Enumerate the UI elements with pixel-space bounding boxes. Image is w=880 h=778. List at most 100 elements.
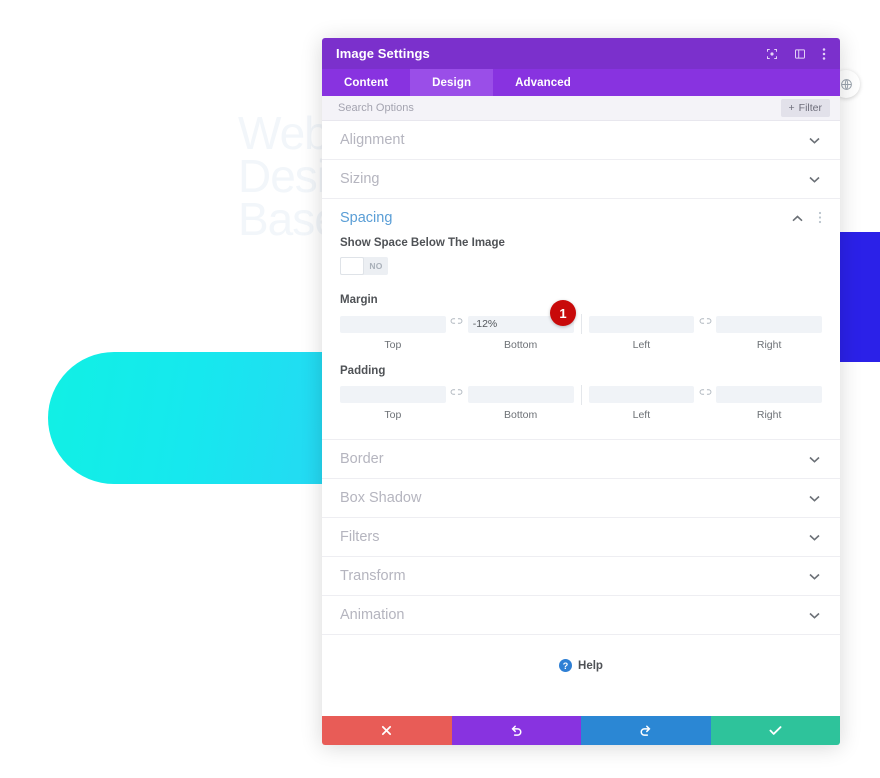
padding-top-caption: Top <box>384 409 402 421</box>
filter-button[interactable]: + Filter <box>780 99 830 117</box>
margin-right-caption: Right <box>756 338 782 351</box>
link-broken-icon[interactable] <box>446 385 468 422</box>
section-transform-label: Transform <box>340 568 406 584</box>
margin-top-field: Top <box>340 314 446 351</box>
section-animation-label: Animation <box>340 607 405 623</box>
toggle-state-label: NO <box>369 261 383 271</box>
search-options-bar: + Filter <box>322 96 840 121</box>
show-space-below-label: Show Space Below The Image <box>340 237 505 249</box>
section-alignment-label: Alignment <box>340 132 405 148</box>
kebab-menu-icon[interactable] <box>822 47 826 61</box>
padding-bottom-field: Bottom <box>467 385 574 421</box>
help-label: Help <box>578 659 603 672</box>
margin-right-field: Right <box>716 314 822 351</box>
padding-right-input[interactable] <box>716 386 822 403</box>
tab-content[interactable]: Content <box>322 69 410 96</box>
padding-left-field: Left <box>588 385 695 421</box>
section-border-label: Border <box>340 451 384 467</box>
save-button[interactable] <box>710 716 840 745</box>
padding-horizontal-pair: Left Right <box>588 385 822 422</box>
layout-panel-icon[interactable] <box>794 48 806 60</box>
margin-top-caption: Top <box>384 338 402 351</box>
question-mark-icon: ? <box>559 659 573 672</box>
padding-divider <box>580 384 582 405</box>
undo-button[interactable] <box>451 716 581 745</box>
margin-bottom-caption: Bottom <box>503 338 538 351</box>
section-spacing-header[interactable]: Spacing <box>322 199 840 237</box>
section-spacing-body: Show Space Below The Image NO Margin Top <box>322 237 840 439</box>
section-box-shadow: Box Shadow <box>322 479 840 518</box>
section-sizing-header[interactable]: Sizing <box>322 160 840 198</box>
modal-tabbar: Content Design Advanced <box>322 69 840 96</box>
cancel-button[interactable] <box>322 716 452 745</box>
margin-right-input[interactable] <box>716 315 822 333</box>
page-title: Image Settings <box>336 46 430 61</box>
padding-group: Padding Top Bottom Left Right <box>340 364 822 422</box>
tab-design[interactable]: Design <box>410 69 494 96</box>
chevron-down-icon[interactable] <box>809 495 820 502</box>
margin-left-caption: Left <box>632 338 651 351</box>
padding-bottom-caption: Bottom <box>503 409 538 421</box>
search-input[interactable] <box>338 102 781 114</box>
section-box-shadow-label: Box Shadow <box>340 490 422 506</box>
padding-left-caption: Left <box>632 409 651 421</box>
chevron-up-icon[interactable] <box>792 214 803 222</box>
plus-icon: + <box>788 102 795 114</box>
chevron-down-icon[interactable] <box>809 573 820 580</box>
padding-label: Padding <box>340 364 386 377</box>
toggle-knob <box>340 257 364 275</box>
section-spacing-label: Spacing <box>340 210 393 226</box>
chevron-down-icon[interactable] <box>809 612 820 619</box>
chevron-down-icon[interactable] <box>809 176 820 183</box>
padding-right-field: Right <box>716 385 822 421</box>
section-sizing-label: Sizing <box>340 171 380 187</box>
target-icon[interactable] <box>766 48 778 60</box>
margin-horizontal-pair: Left Right <box>588 314 822 351</box>
section-filters-header[interactable]: Filters <box>322 518 840 556</box>
section-animation-header[interactable]: Animation <box>322 596 840 634</box>
padding-fields: Top Bottom Left Right <box>340 384 822 422</box>
padding-top-field: Top <box>340 385 446 421</box>
margin-top-input[interactable] <box>340 315 446 333</box>
section-box-shadow-header[interactable]: Box Shadow <box>322 479 840 517</box>
chevron-down-icon[interactable] <box>809 456 820 463</box>
padding-bottom-input[interactable] <box>467 386 574 403</box>
section-border-header[interactable]: Border <box>322 440 840 478</box>
filter-button-label: Filter <box>798 102 822 114</box>
tab-advanced[interactable]: Advanced <box>493 69 593 96</box>
section-transform: Transform <box>322 557 840 596</box>
image-settings-modal: Image Settings Content Design Advanced S… <box>322 38 840 745</box>
margin-fields: Top Bottom <box>340 314 822 351</box>
section-alignment-header[interactable]: Alignment <box>322 121 840 159</box>
header-icon-group <box>766 47 826 61</box>
section-sizing: Sizing <box>322 160 840 199</box>
section-transform-header[interactable]: Transform <box>322 557 840 595</box>
section-animation: Animation <box>322 596 840 635</box>
margin-vertical-pair: Top Bottom <box>340 314 574 351</box>
padding-top-input[interactable] <box>340 386 446 403</box>
modal-action-bar <box>322 716 840 745</box>
padding-right-caption: Right <box>756 409 782 421</box>
section-filters: Filters <box>322 518 840 557</box>
section-border: Border <box>322 440 840 479</box>
help-link[interactable]: ? Help <box>322 635 840 682</box>
link-broken-icon[interactable] <box>446 314 468 351</box>
redo-button[interactable] <box>581 716 711 745</box>
link-broken-icon[interactable] <box>694 314 716 351</box>
section-filters-label: Filters <box>340 529 380 545</box>
section-spacing-kebab-icon[interactable] <box>818 211 822 226</box>
padding-vertical-pair: Top Bottom <box>340 385 574 422</box>
margin-divider <box>580 314 582 334</box>
show-space-below-toggle[interactable]: NO <box>340 257 388 275</box>
margin-label: Margin <box>340 294 378 306</box>
section-alignment: Alignment <box>322 121 840 160</box>
cyan-rounded-banner <box>48 352 368 484</box>
margin-left-input[interactable] <box>588 315 695 333</box>
margin-group: Margin Top -12% Bottom Left Right <box>340 294 822 351</box>
settings-panel-body[interactable]: Alignment Sizing Spacing Show Space Belo… <box>322 121 840 716</box>
chevron-down-icon[interactable] <box>809 137 820 144</box>
padding-left-input[interactable] <box>588 386 695 403</box>
link-broken-icon[interactable] <box>694 385 716 422</box>
margin-left-field: Left <box>588 314 695 351</box>
chevron-down-icon[interactable] <box>809 534 820 541</box>
